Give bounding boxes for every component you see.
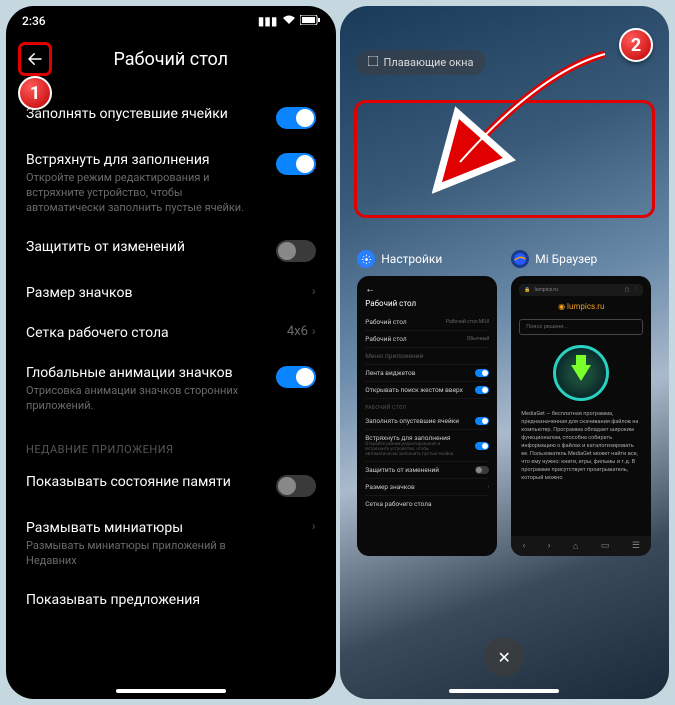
label: Размер значков — [26, 284, 132, 302]
tabs-icon: ▢ — [625, 287, 630, 293]
status-icons: ▮▮▮ — [258, 14, 320, 28]
nav-home-icon: ⌂ — [573, 541, 578, 552]
nav-bookmark-icon: ▭ — [601, 541, 610, 551]
card-title: Mi Браузер — [535, 252, 597, 266]
label: Показывать состояние памяти — [26, 473, 231, 491]
toggle-global-anim[interactable] — [276, 366, 316, 388]
settings-app-icon — [357, 250, 375, 268]
annotation-badge-2: 2 — [619, 28, 653, 62]
settings-screen: 2:36 ▮▮▮ Рабочий стол Заполнять опустевш… — [6, 6, 336, 699]
home-indicator[interactable] — [449, 689, 559, 693]
sublabel: Отрисовка анимации значков сторонних при… — [26, 384, 256, 414]
card-thumbnail[interactable]: 🔒 lumpics.ru ▢ ⋮ ◉ lumpics.ru Поиск реше… — [511, 276, 651, 556]
recents-screen: Плавающие окна Настройки ← Рабочий стол … — [340, 6, 670, 699]
nav-fwd-icon: › — [548, 541, 551, 551]
label: Встряхнуть для заполнения — [26, 151, 256, 169]
mini-toggle — [475, 417, 489, 425]
close-icon: ✕ — [498, 648, 511, 667]
row-fill-empty[interactable]: Заполнять опустевшие ячейки — [26, 94, 316, 140]
recents-card-browser[interactable]: Mi Браузер 🔒 lumpics.ru ▢ ⋮ ◉ lumpics.ru… — [511, 250, 651, 556]
row-grid[interactable]: Сетка рабочего стола 4x6 › — [26, 313, 316, 353]
mini-toggle — [475, 442, 489, 450]
label: Размывать миниатюры — [26, 519, 256, 537]
site-search: Поиск решени... — [519, 319, 643, 335]
window-icon — [368, 56, 378, 69]
clock: 2:36 — [22, 14, 46, 28]
close-all-button[interactable]: ✕ — [484, 637, 524, 677]
row-blur-thumbs[interactable]: Размывать миниатюры Размывать миниатюры … — [26, 508, 316, 580]
row-protect[interactable]: Защитить от изменений — [26, 227, 316, 273]
menu-icon: ⋮ — [633, 287, 638, 293]
label: Сетка рабочего стола — [26, 324, 169, 342]
mini-toggle — [475, 466, 489, 474]
toggle-protect[interactable] — [276, 240, 316, 262]
browser-app-icon — [511, 250, 529, 268]
header: Рабочий стол — [6, 28, 336, 94]
site-brand: ◉ lumpics.ru — [519, 302, 643, 311]
sublabel: Размывать миниатюры приложений в Недавни… — [26, 539, 256, 569]
page-title: Рабочий стол — [18, 49, 324, 70]
annotation-badge-1: 1 — [18, 76, 52, 110]
card-thumbnail[interactable]: ← Рабочий стол Рабочий столРабочий стол … — [357, 276, 497, 556]
label: Заполнять опустевшие ячейки — [26, 105, 228, 123]
chevron-right-icon: › — [312, 324, 316, 338]
row-show-suggestions[interactable]: Показывать предложения — [26, 580, 316, 620]
label: Показывать предложения — [26, 591, 200, 609]
status-bar: 2:36 ▮▮▮ — [6, 6, 336, 28]
lock-icon: 🔒 — [524, 287, 530, 293]
nav-profile-icon: ☰ — [632, 541, 640, 551]
chip-label: Плавающие окна — [384, 56, 474, 69]
row-show-memory[interactable]: Показывать состояние памяти — [26, 462, 316, 508]
chevron-right-icon: › — [312, 284, 316, 298]
mini-toggle — [475, 386, 489, 394]
mini-toggle — [475, 369, 489, 377]
card-title: Настройки — [381, 252, 442, 266]
battery-icon — [300, 14, 320, 28]
toggle-fill-empty[interactable] — [276, 107, 316, 129]
mini-back-icon: ← — [365, 284, 489, 295]
browser-bottom-nav: ‹ › ⌂ ▭ ☰ — [511, 536, 651, 556]
floating-windows-chip[interactable]: Плавающие окна — [356, 50, 486, 75]
recents-cards: Настройки ← Рабочий стол Рабочий столРаб… — [340, 250, 670, 556]
row-icon-size[interactable]: Размер значков › — [26, 273, 316, 313]
row-shake-fill[interactable]: Встряхнуть для заполнения Откройте режим… — [26, 140, 316, 227]
settings-list: Заполнять опустевшие ячейки Встряхнуть д… — [6, 94, 336, 620]
nav-back-icon: ‹ — [523, 541, 526, 551]
value: 4x6 — [287, 324, 308, 339]
section-recent-apps: НЕДАВНИЕ ПРИЛОЖЕНИЯ — [26, 425, 316, 462]
home-indicator[interactable] — [116, 689, 226, 693]
toggle-show-memory[interactable] — [276, 475, 316, 497]
toggle-shake-fill[interactable] — [276, 153, 316, 175]
sublabel: Откройте режим редактирования и встряхни… — [26, 171, 256, 216]
chevron-right-icon: › — [312, 519, 316, 533]
article-text: MediaGet — бесплатная программа, предназ… — [519, 411, 643, 483]
recents-card-settings[interactable]: Настройки ← Рабочий стол Рабочий столРаб… — [357, 250, 497, 556]
label: Защитить от изменений — [26, 238, 185, 256]
mini-page-title: Рабочий стол — [365, 299, 489, 308]
browser-address-bar: 🔒 lumpics.ru ▢ ⋮ — [519, 284, 643, 296]
row-global-anim[interactable]: Глобальные анимации значков Отрисовка ан… — [26, 353, 316, 425]
label: Глобальные анимации значков — [26, 364, 256, 382]
wifi-icon — [282, 14, 296, 28]
download-icon — [553, 345, 609, 401]
signal-icon: ▮▮▮ — [258, 14, 278, 28]
drop-target-highlight[interactable] — [354, 100, 656, 218]
